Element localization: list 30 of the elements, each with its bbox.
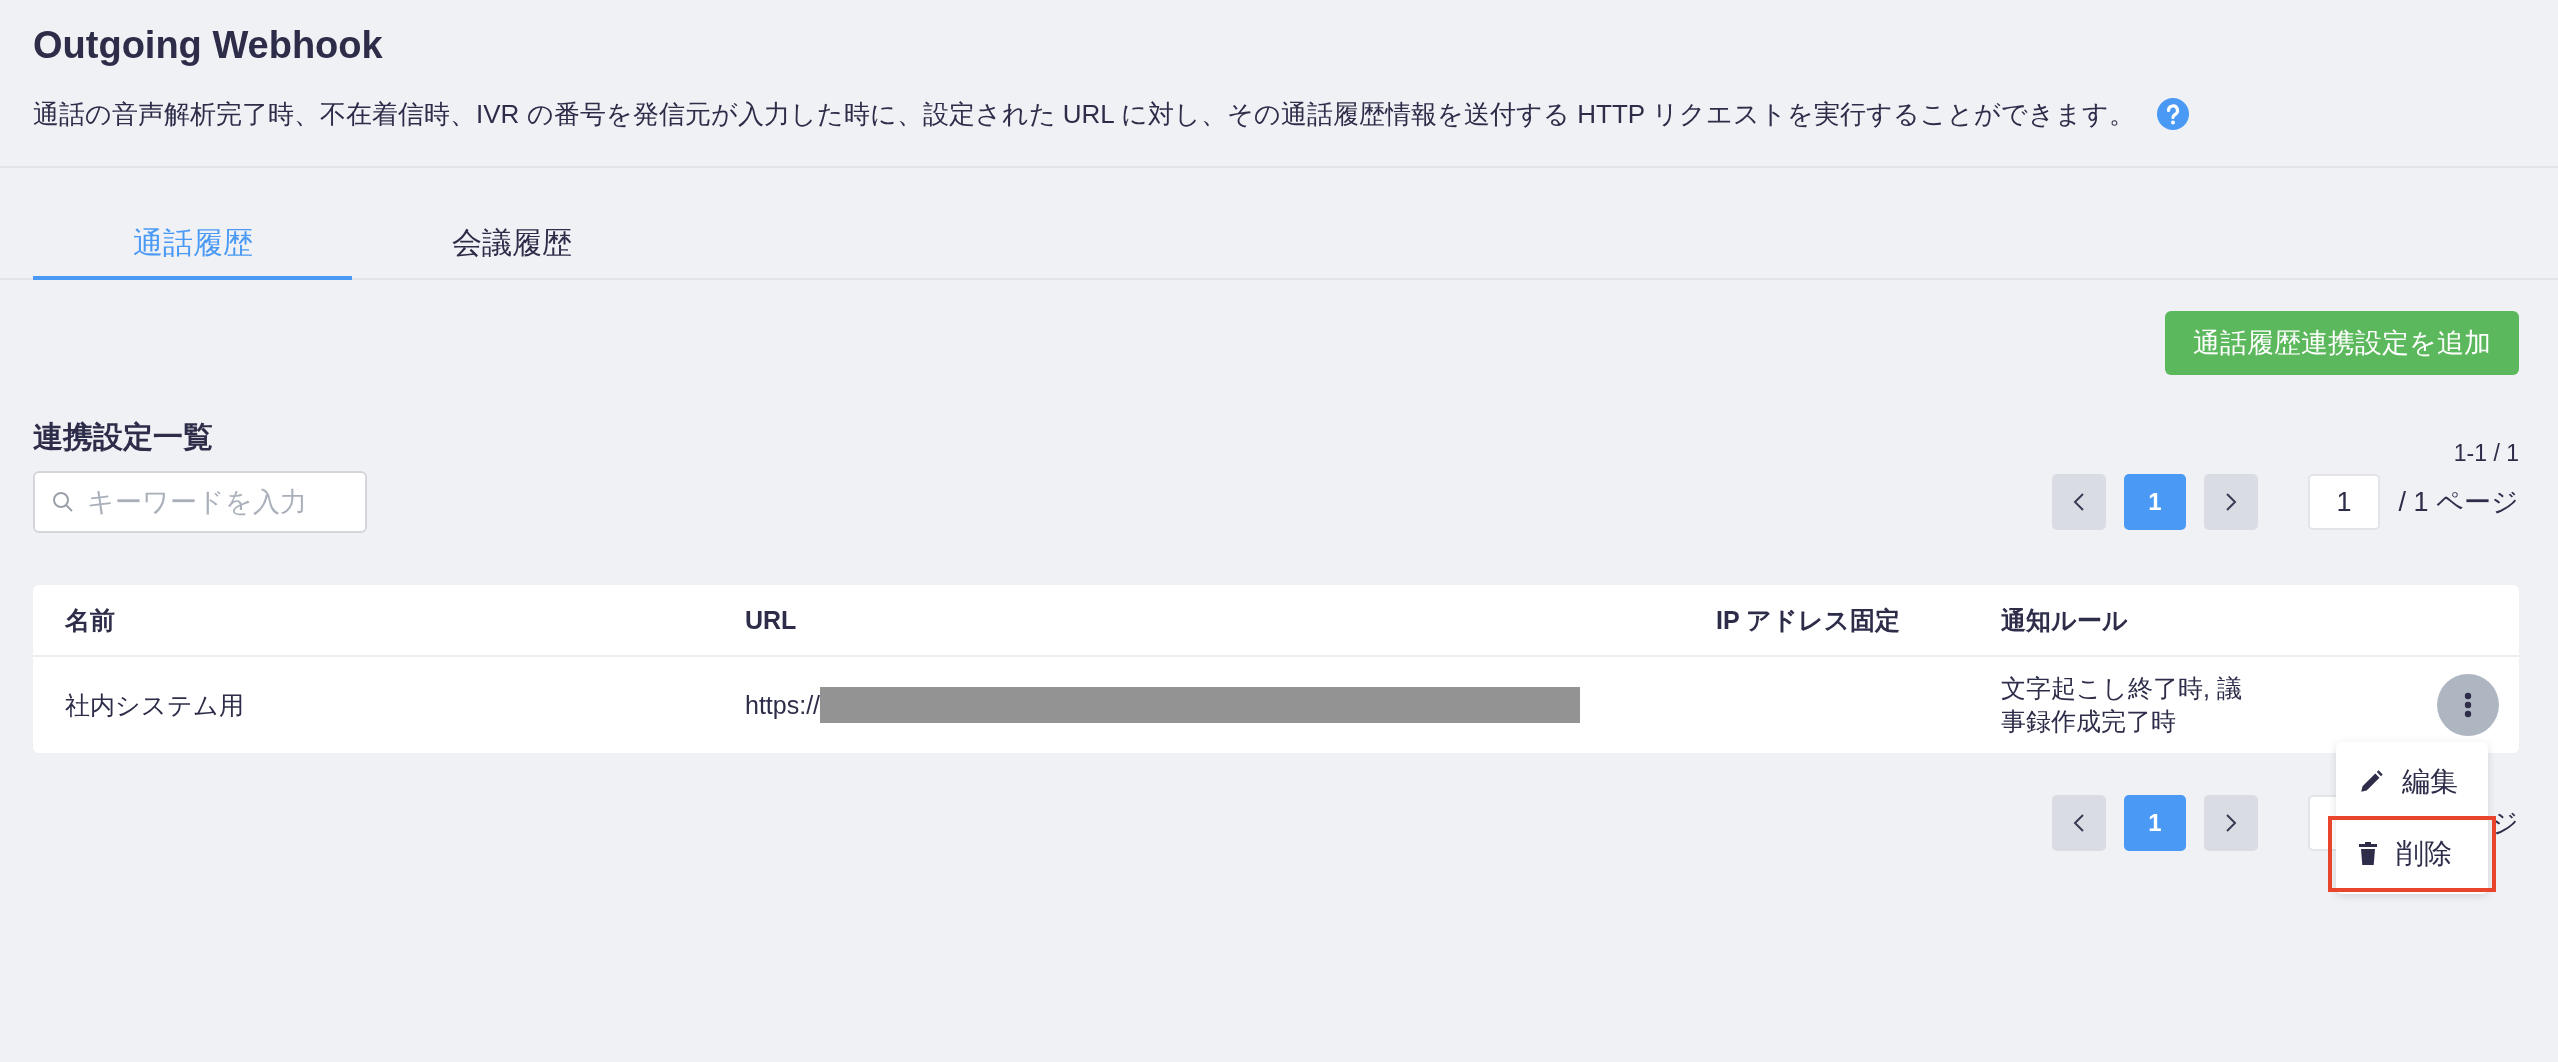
url-text: https:// — [745, 690, 821, 719]
result-range: 1-1 / 1 — [2453, 440, 2519, 467]
kebab-icon — [2464, 692, 2472, 718]
page-description: 通話の音声解析完了時、不在着信時、IVR の番号を発信元が入力した時に、設定された URL に対し、その通話履歴情報を送付する HTTP リクエストを実行することができます。 — [33, 98, 2135, 131]
chevron-left-icon — [2073, 492, 2085, 512]
chevron-right-icon — [2225, 492, 2237, 512]
menu-item[interactable]: 編集 — [2336, 746, 2488, 818]
previous-page-button[interactable] — [2052, 474, 2106, 530]
chevron-left-icon — [2073, 813, 2085, 833]
search-input[interactable]: キーワードを入力 — [85, 485, 349, 519]
next-page-button[interactable] — [2204, 474, 2258, 530]
section-heading: 連携設定一覧 — [33, 419, 213, 455]
search-field[interactable]: キーワードを入力 — [33, 471, 367, 533]
next-page-button[interactable] — [2204, 795, 2258, 851]
column-header: 名前 — [33, 585, 713, 656]
search-icon — [51, 490, 75, 514]
tab[interactable]: 会議履歴 — [352, 210, 671, 280]
chevron-right-icon — [2225, 813, 2237, 833]
table-cell: 文字起こし終了時, 議事録作成完了時 — [1969, 656, 2244, 753]
page-total: / 1 ページ — [2398, 486, 2519, 519]
column-header: URL — [713, 585, 1684, 656]
pencil-icon — [2358, 769, 2384, 795]
page-title: Outgoing Webhook — [33, 23, 384, 68]
table-cell: 社内システム用 — [33, 656, 713, 753]
column-header: IP アドレス固定 — [1684, 585, 1969, 656]
previous-page-button[interactable] — [2052, 795, 2106, 851]
help-icon[interactable] — [2156, 98, 2189, 130]
column-header: 通知ルール — [1969, 585, 2244, 656]
page-input[interactable]: 1 — [2308, 474, 2380, 530]
trash-icon — [2358, 842, 2378, 866]
